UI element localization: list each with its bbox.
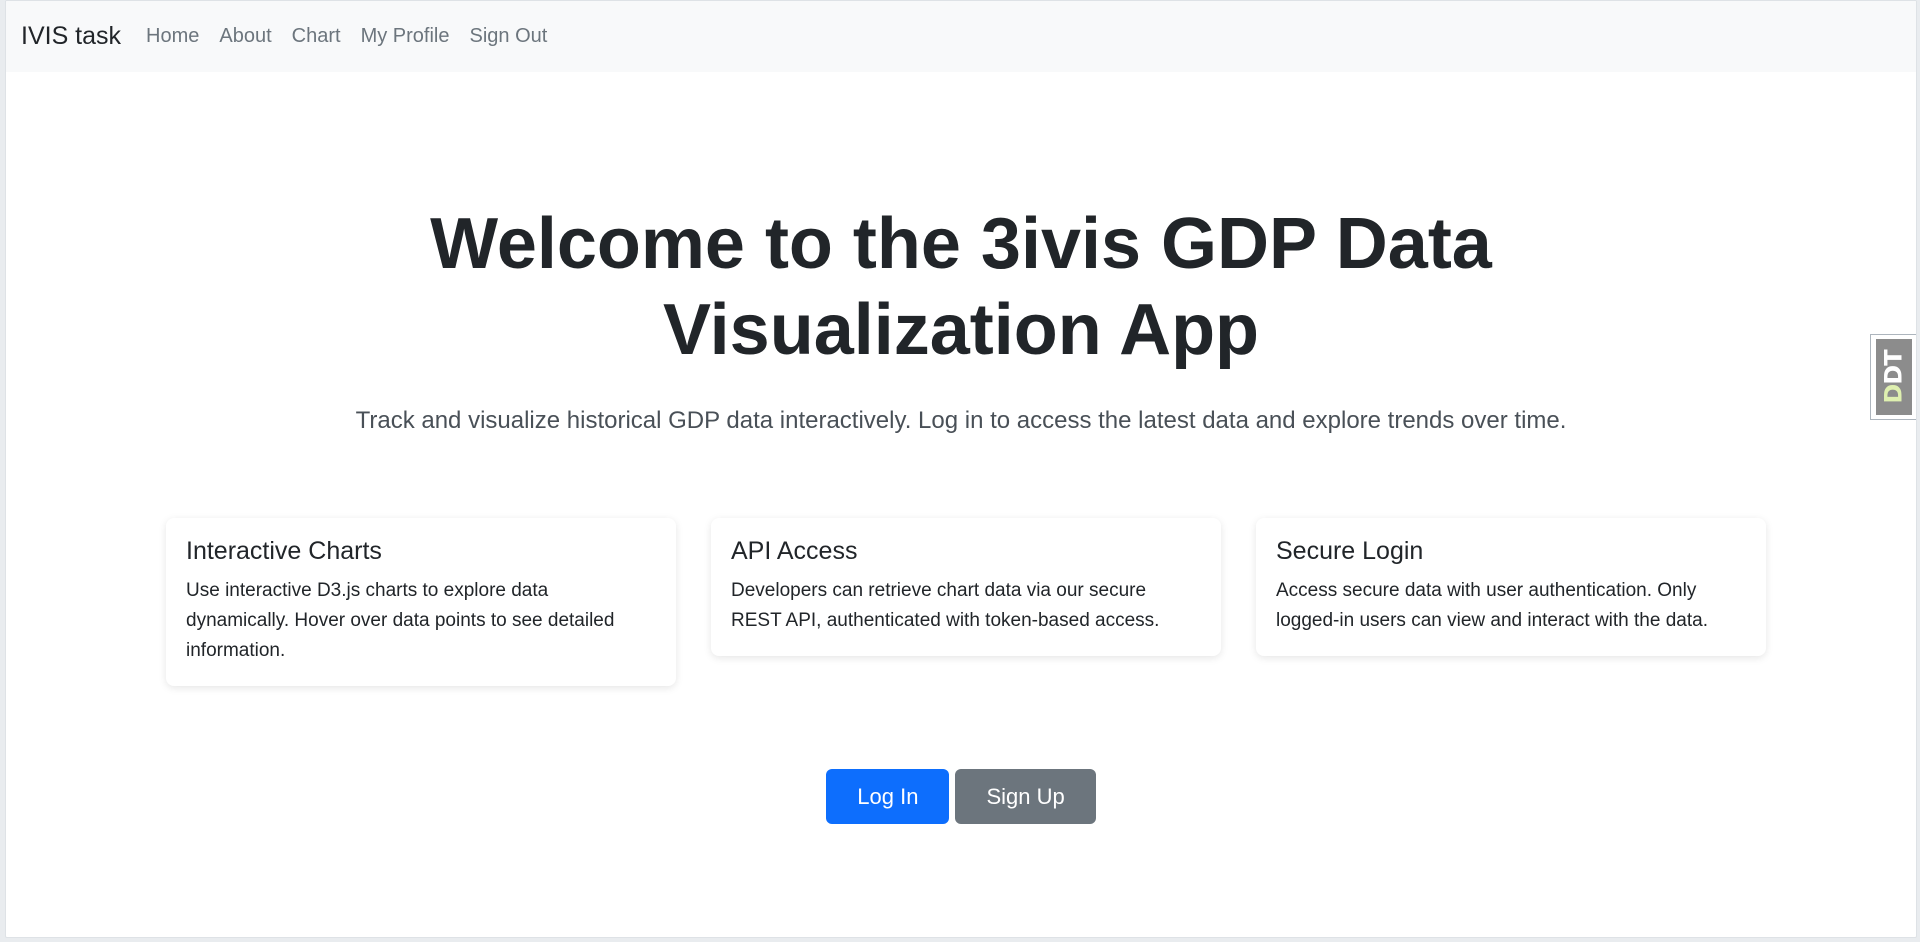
navbar-brand[interactable]: IVIS task: [21, 22, 121, 51]
card-title: Secure Login: [1276, 537, 1424, 565]
card-text: Access secure data with user authenticat…: [1276, 580, 1708, 631]
page-title: Welcome to the 3ivis GDP Data Visualizat…: [430, 204, 1492, 370]
navbar: IVIS task Home About Chart My Profile Si…: [6, 1, 1916, 72]
card-title: Interactive Charts: [186, 537, 382, 565]
nav-link-home[interactable]: Home: [136, 25, 209, 48]
debug-toolbar-label-suffix: DT: [1879, 350, 1908, 385]
feature-card-interactive-charts: Interactive Charts Use interactive D3.js…: [166, 518, 676, 686]
debug-toolbar-label: DDT: [1880, 350, 1908, 403]
nav-link-about[interactable]: About: [209, 25, 281, 48]
django-debug-toolbar-icon: DDT: [1875, 339, 1912, 415]
feature-card-api-access: API Access Developers can retrieve chart…: [711, 518, 1221, 656]
nav-links: Home About Chart My Profile Sign Out: [136, 25, 557, 48]
login-button[interactable]: Log In: [826, 769, 950, 824]
feature-cards: Interactive Charts Use interactive D3.js…: [166, 518, 1766, 686]
signup-button[interactable]: Sign Up: [955, 769, 1096, 824]
auth-buttons: Log In Sign Up: [6, 769, 1916, 824]
card-text: Use interactive D3.js charts to explore …: [186, 580, 615, 661]
browser-viewport: IVIS task Home About Chart My Profile Si…: [5, 0, 1917, 938]
card-title: API Access: [731, 537, 858, 565]
nav-link-chart[interactable]: Chart: [282, 25, 351, 48]
feature-card-secure-login: Secure Login Access secure data with use…: [1256, 518, 1766, 656]
django-debug-toolbar-handle[interactable]: DDT: [1870, 334, 1916, 420]
card-text: Developers can retrieve chart data via o…: [731, 580, 1160, 631]
nav-link-my-profile[interactable]: My Profile: [351, 25, 460, 48]
hero-lead-text: Track and visualize historical GDP data …: [355, 407, 1567, 434]
nav-link-sign-out[interactable]: Sign Out: [459, 25, 557, 48]
hero-section: Welcome to the 3ivis GDP Data Visualizat…: [6, 201, 1916, 435]
debug-toolbar-label-prefix: D: [1879, 384, 1908, 404]
